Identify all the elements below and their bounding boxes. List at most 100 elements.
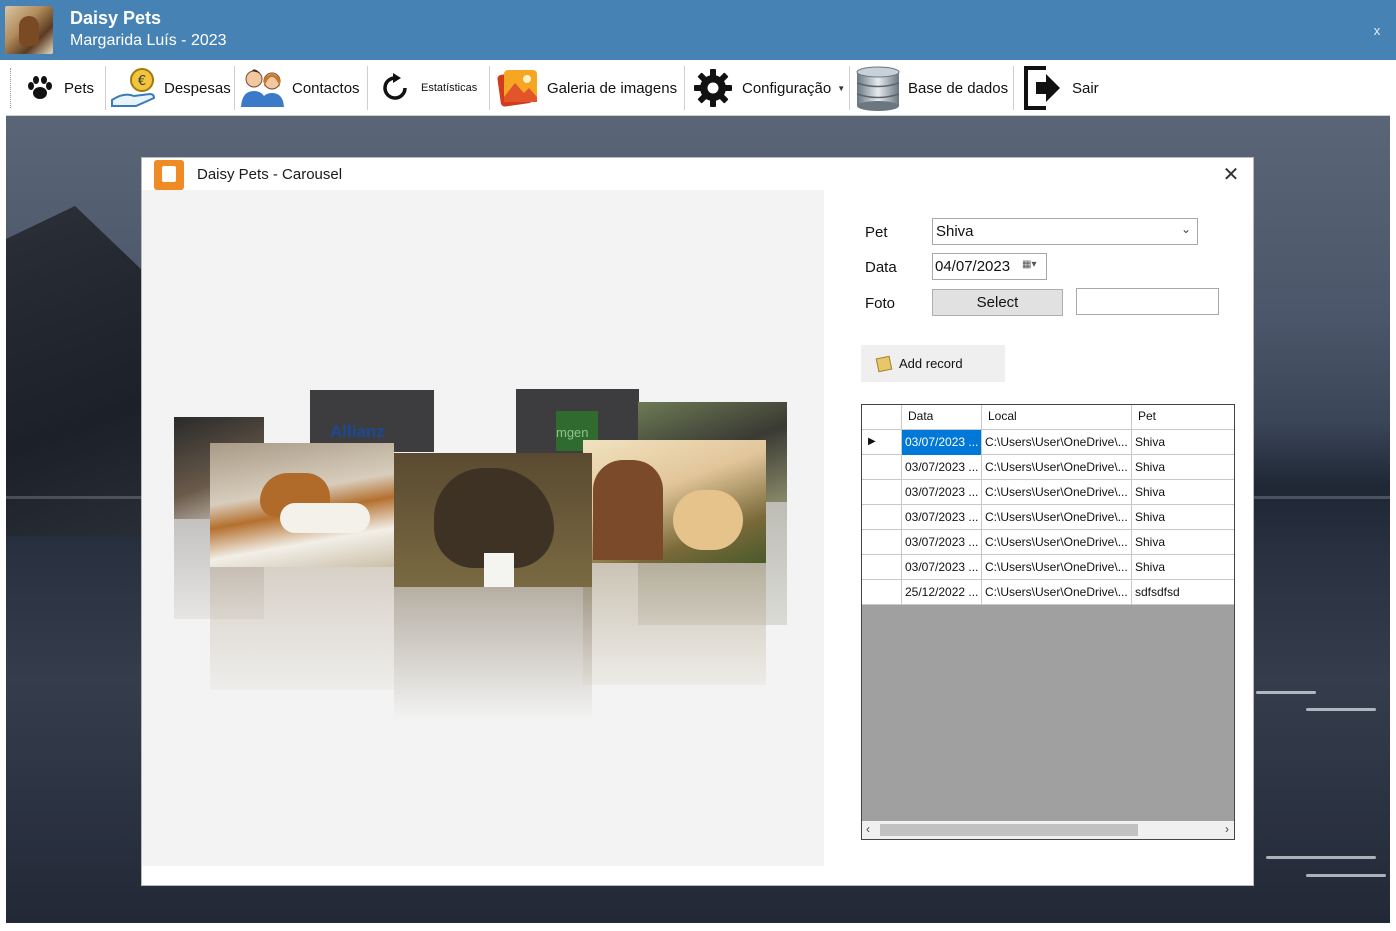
svg-text:€: € bbox=[138, 74, 146, 89]
cell-pet[interactable]: Shiva bbox=[1132, 530, 1234, 555]
scroll-right-icon[interactable]: › bbox=[1225, 822, 1229, 836]
toolbar-galeria-button[interactable]: Galeria de imagens bbox=[495, 60, 677, 116]
toolbar-base-dados-label: Base de dados bbox=[908, 79, 1009, 97]
toolbar-contactos-button[interactable]: Contactos bbox=[238, 60, 360, 116]
cell-data[interactable]: 03/07/2023 ... bbox=[902, 530, 982, 555]
carousel-window-title: Daisy Pets - Carousel bbox=[197, 166, 343, 183]
table-row[interactable]: 03/07/2023 ... C:\Users\User\OneDrive\..… bbox=[862, 455, 1234, 480]
records-grid[interactable]: Data Local Pet ▶ 03/07/2023 ... C:\Users… bbox=[861, 404, 1235, 840]
cell-data[interactable]: 25/12/2022 ... bbox=[902, 580, 982, 605]
carousel-window: Daisy Pets - Carousel ✕ Allianz mgen Pet… bbox=[141, 157, 1254, 886]
grid-header-local[interactable]: Local bbox=[982, 405, 1132, 430]
toolbar-configuracao-label: Configuração bbox=[742, 79, 832, 97]
cell-local[interactable]: C:\Users\User\OneDrive\... bbox=[982, 555, 1132, 580]
mgen-logo: mgen bbox=[556, 425, 589, 440]
grid-header-data[interactable]: Data bbox=[902, 405, 982, 430]
carousel-image-man-dog[interactable] bbox=[583, 440, 766, 563]
cell-data[interactable]: 03/07/2023 ... bbox=[902, 555, 982, 580]
image-carousel[interactable]: Allianz mgen bbox=[142, 190, 824, 866]
paw-icon bbox=[22, 66, 58, 110]
row-header[interactable]: ▶ bbox=[862, 430, 902, 455]
background-wave bbox=[1306, 708, 1376, 711]
cell-local[interactable]: C:\Users\User\OneDrive\... bbox=[982, 430, 1132, 455]
app-close-button[interactable]: x bbox=[1370, 24, 1384, 38]
toolbar-base-dados-button[interactable]: Base de dados bbox=[854, 60, 1008, 116]
cell-local[interactable]: C:\Users\User\OneDrive\... bbox=[982, 530, 1132, 555]
grid-header-pet[interactable]: Pet bbox=[1132, 405, 1234, 430]
row-header[interactable] bbox=[862, 555, 902, 580]
cell-local[interactable]: C:\Users\User\OneDrive\... bbox=[982, 455, 1132, 480]
carousel-image-brindle-dog[interactable] bbox=[394, 453, 592, 587]
background-wave bbox=[1306, 874, 1386, 877]
toolbar-separator bbox=[234, 66, 235, 110]
grid-header: Data Local Pet bbox=[862, 405, 1234, 430]
main-toolbar: Pets € Despesas Contactos Estatísticas G… bbox=[6, 60, 1390, 116]
pet-select[interactable]: Shiva ⌄ bbox=[932, 218, 1198, 245]
cell-pet[interactable]: Shiva bbox=[1132, 505, 1234, 530]
toolbar-estatisticas-label: Estatísticas bbox=[421, 82, 478, 94]
table-row[interactable]: ▶ 03/07/2023 ... C:\Users\User\OneDrive\… bbox=[862, 430, 1234, 455]
cell-pet[interactable]: Shiva bbox=[1132, 555, 1234, 580]
toolbar-despesas-button[interactable]: € Despesas bbox=[110, 60, 231, 116]
background-wave bbox=[1256, 691, 1316, 694]
date-picker[interactable]: 04/07/2023 ▦▾ bbox=[932, 253, 1047, 280]
toolbar-estatisticas-button[interactable]: Estatísticas bbox=[375, 60, 477, 116]
cell-pet[interactable]: Shiva bbox=[1132, 455, 1234, 480]
chevron-down-icon: ⌄ bbox=[1180, 222, 1191, 236]
cell-data[interactable]: 03/07/2023 ... bbox=[902, 455, 982, 480]
app-subtitle: Margarida Luís - 2023 bbox=[70, 32, 227, 49]
toolbar-contactos-label: Contactos bbox=[292, 79, 360, 97]
row-header[interactable] bbox=[862, 505, 902, 530]
toolbar-grip[interactable] bbox=[10, 68, 13, 108]
calendar-icon[interactable]: ▦▾ bbox=[1022, 259, 1040, 273]
toolbar-separator bbox=[489, 66, 490, 110]
carousel-app-icon bbox=[154, 160, 184, 190]
toolbar-configuracao-button[interactable]: Configuração ▼ bbox=[690, 60, 845, 116]
row-header[interactable] bbox=[862, 455, 902, 480]
cell-pet[interactable]: Shiva bbox=[1132, 430, 1234, 455]
cell-data[interactable]: 03/07/2023 ... bbox=[902, 505, 982, 530]
add-record-label: Add record bbox=[899, 356, 963, 371]
grid-header-corner bbox=[862, 405, 902, 430]
toolbar-separator bbox=[1013, 66, 1014, 110]
cell-local[interactable]: C:\Users\User\OneDrive\... bbox=[982, 580, 1132, 605]
cell-pet[interactable]: sdfsdfsd bbox=[1132, 580, 1234, 605]
table-row[interactable]: 03/07/2023 ... C:\Users\User\OneDrive\..… bbox=[862, 505, 1234, 530]
toolbar-despesas-label: Despesas bbox=[164, 79, 231, 97]
exit-icon bbox=[1020, 66, 1066, 110]
row-header[interactable] bbox=[862, 580, 902, 605]
row-header[interactable] bbox=[862, 480, 902, 505]
database-icon bbox=[854, 66, 902, 111]
table-row[interactable]: 03/07/2023 ... C:\Users\User\OneDrive\..… bbox=[862, 530, 1234, 555]
table-row[interactable]: 03/07/2023 ... C:\Users\User\OneDrive\..… bbox=[862, 555, 1234, 580]
cell-local[interactable]: C:\Users\User\OneDrive\... bbox=[982, 480, 1132, 505]
cell-pet[interactable]: Shiva bbox=[1132, 480, 1234, 505]
foto-path-field[interactable] bbox=[1076, 288, 1219, 315]
add-record-button[interactable]: Add record bbox=[861, 345, 1005, 382]
cell-data[interactable]: 03/07/2023 ... bbox=[902, 430, 982, 455]
carousel-image-beagle[interactable] bbox=[210, 443, 394, 567]
gallery-icon bbox=[495, 66, 541, 110]
cell-data[interactable]: 03/07/2023 ... bbox=[902, 480, 982, 505]
scroll-left-icon[interactable]: ‹ bbox=[866, 822, 870, 836]
table-row[interactable]: 25/12/2022 ... C:\Users\User\OneDrive\..… bbox=[862, 580, 1234, 605]
select-photo-button[interactable]: Select bbox=[932, 289, 1063, 316]
refresh-icon bbox=[375, 66, 415, 110]
toolbar-pets-button[interactable]: Pets bbox=[22, 60, 94, 116]
cell-local[interactable]: C:\Users\User\OneDrive\... bbox=[982, 505, 1132, 530]
carousel-reflection bbox=[583, 563, 766, 685]
table-row[interactable]: 03/07/2023 ... C:\Users\User\OneDrive\..… bbox=[862, 480, 1234, 505]
close-icon[interactable]: ✕ bbox=[1222, 165, 1240, 185]
toolbar-pets-label: Pets bbox=[64, 79, 95, 97]
data-label: Data bbox=[865, 259, 897, 276]
app-avatar bbox=[5, 6, 53, 54]
row-header[interactable] bbox=[862, 530, 902, 555]
pet-label: Pet bbox=[865, 224, 888, 241]
scrollbar-thumb[interactable] bbox=[880, 824, 1138, 836]
euro-hand-icon: € bbox=[110, 66, 158, 110]
toolbar-sair-button[interactable]: Sair bbox=[1020, 60, 1099, 116]
date-picker-value: 04/07/2023 bbox=[935, 258, 1011, 275]
toolbar-separator bbox=[105, 66, 106, 110]
people-icon bbox=[238, 66, 286, 110]
grid-horizontal-scrollbar[interactable]: ‹ › bbox=[862, 821, 1234, 839]
